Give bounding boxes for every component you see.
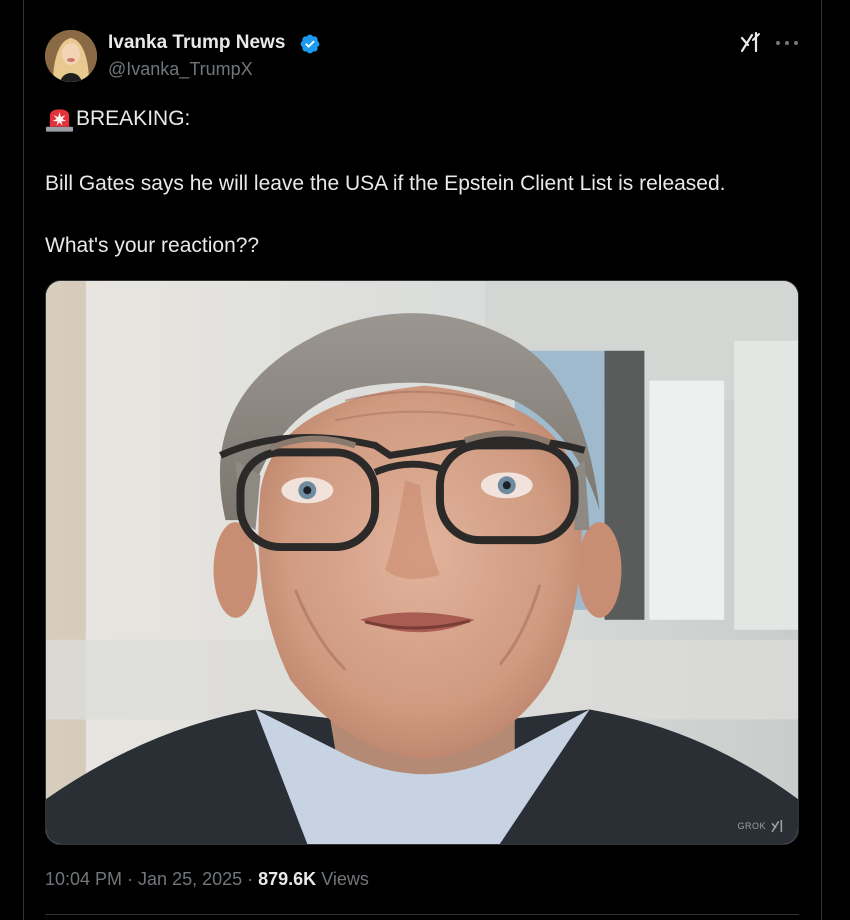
tweet-image[interactable]: GROK: [45, 280, 799, 845]
meta-separator: ·: [122, 869, 139, 889]
tweet-text-breaking: BREAKING:: [45, 106, 190, 132]
watermark-label: GROK: [737, 821, 766, 831]
grok-watermark: GROK: [737, 818, 786, 834]
divider: [45, 914, 799, 915]
views-count[interactable]: 879.6K: [258, 869, 316, 889]
author-display-name[interactable]: Ivanka Trump News: [108, 32, 285, 54]
tweet-meta: 10:04 PM · Jan 25, 2025 · 879.6K Views: [45, 869, 369, 890]
tweet-date[interactable]: Jan 25, 2025: [138, 869, 242, 889]
verified-badge-icon: [300, 34, 320, 54]
grok-watermark-icon: [771, 820, 783, 833]
portrait-photo: [46, 281, 798, 844]
tweet-text-line1: Bill Gates says he will leave the USA if…: [45, 172, 726, 195]
tweet-text-line2: What's your reaction??: [45, 234, 260, 257]
police-light-emoji-icon: [45, 109, 74, 132]
author-handle[interactable]: @Ivanka_TrumpX: [108, 59, 253, 80]
more-icon[interactable]: [776, 33, 798, 53]
avatar[interactable]: [45, 30, 97, 82]
grok-icon[interactable]: [739, 30, 763, 54]
tweet-time[interactable]: 10:04 PM: [45, 869, 122, 889]
meta-separator: ·: [242, 869, 259, 889]
views-label: Views: [316, 869, 369, 889]
breaking-label: BREAKING:: [76, 107, 191, 130]
